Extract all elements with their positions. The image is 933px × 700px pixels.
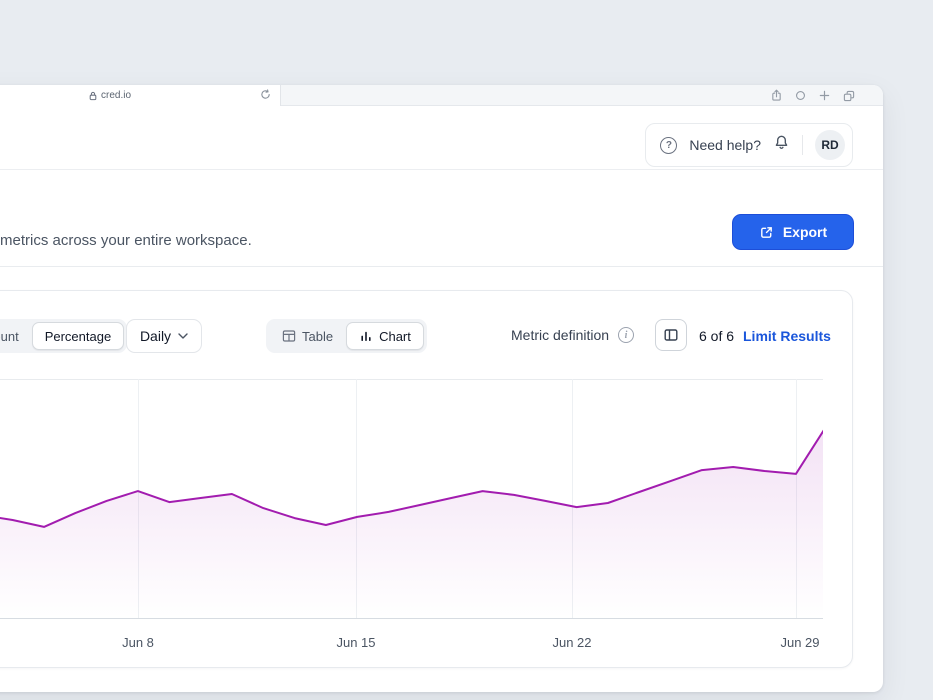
view-toggle: Table Chart — [266, 319, 427, 353]
metric-toggle: Count Percentage — [0, 319, 128, 353]
app-header: ? Need help? RD — [0, 106, 883, 170]
page: cred.io ? Need help? RD metrics across y… — [0, 0, 933, 700]
metric-toggle-count[interactable]: Count — [0, 322, 32, 350]
browser-window: cred.io ? Need help? RD metrics across y… — [0, 85, 883, 692]
view-toggle-table[interactable]: Table — [269, 322, 346, 350]
x-tick-label: Jun 22 — [552, 635, 592, 650]
avatar[interactable]: RD — [815, 130, 845, 160]
table-columns-icon — [664, 329, 678, 341]
x-tick-label: Jun 15 — [336, 635, 376, 650]
metrics-card: Count Percentage Daily Table — [0, 290, 853, 668]
x-tick-label: Jun 29 — [780, 635, 820, 650]
axis-line-bottom — [0, 618, 823, 619]
export-button[interactable]: Export — [732, 214, 854, 250]
help-icon[interactable]: ? — [660, 136, 678, 154]
metric-toggle-percentage[interactable]: Percentage — [31, 322, 125, 350]
new-tab-icon[interactable] — [819, 90, 830, 101]
browser-toolbar: cred.io — [0, 85, 883, 106]
tabs-icon[interactable] — [843, 90, 855, 102]
bell-icon[interactable] — [773, 134, 790, 156]
header-divider — [802, 135, 803, 155]
x-tick-label: Jun 8 — [122, 635, 154, 650]
chevron-down-icon — [178, 333, 188, 339]
metric-definition: Metric definition i — [511, 327, 635, 343]
table-icon — [282, 330, 296, 342]
page-subtitle: metrics across your entire workspace. — [0, 232, 252, 249]
share-icon[interactable] — [771, 89, 782, 102]
reload-icon[interactable] — [260, 89, 271, 103]
bar-chart-icon — [361, 331, 371, 341]
line-chart — [0, 429, 823, 618]
circle-icon[interactable] — [795, 90, 806, 101]
granularity-value: Daily — [139, 328, 172, 344]
url-text: cred.io — [100, 90, 131, 101]
section-divider — [0, 266, 883, 267]
limit-results-link[interactable]: Limit Results — [743, 328, 831, 344]
header-actions: ? Need help? RD — [645, 123, 853, 167]
view-toggle-table-label: Table — [302, 328, 334, 344]
view-toggle-chart-label: Chart — [379, 328, 411, 344]
lock-icon — [89, 91, 97, 100]
view-toggle-chart[interactable]: Chart — [346, 322, 424, 350]
granularity-dropdown[interactable]: Daily — [126, 319, 202, 353]
export-label: Export — [782, 224, 828, 240]
browser-actions — [771, 85, 855, 106]
chart-area — [0, 431, 823, 618]
export-icon — [760, 226, 772, 238]
results-count: 6 of 6 — [699, 328, 735, 344]
browser-tab[interactable]: cred.io — [0, 85, 281, 106]
metric-definition-label: Metric definition — [511, 327, 610, 343]
table-layout-button[interactable] — [655, 319, 687, 351]
need-help-link[interactable]: Need help? — [689, 137, 761, 153]
info-icon[interactable]: i — [618, 327, 635, 343]
